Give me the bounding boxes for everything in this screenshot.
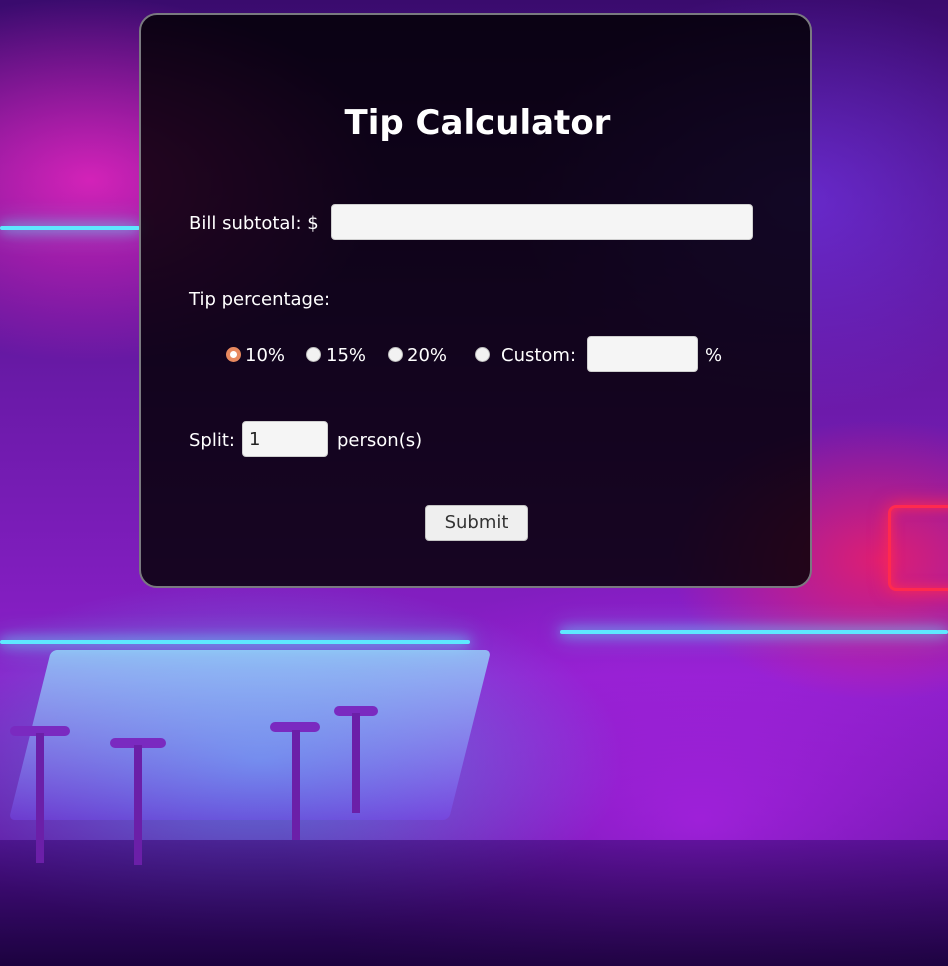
custom-tip-input[interactable] (587, 336, 698, 372)
bar-stool-leg (352, 713, 360, 813)
tip-percentage-label: Tip percentage: (189, 289, 331, 310)
tip-custom-radio[interactable] (475, 347, 490, 362)
tip-calculator-card: Tip Calculator Bill subtotal: $ Tip perc… (139, 13, 812, 588)
percent-suffix: % (705, 345, 723, 366)
tip-20-label: 20% (407, 345, 448, 366)
split-input[interactable] (242, 421, 328, 457)
neon-strip (560, 630, 948, 634)
bill-subtotal-label: Bill subtotal: $ (189, 213, 319, 234)
bar-counter (8, 650, 492, 820)
floor (0, 840, 948, 966)
neon-strip (0, 226, 140, 230)
tip-10-label: 10% (245, 345, 286, 366)
bill-subtotal-input[interactable] (331, 204, 753, 240)
tip-15-label: 15% (326, 345, 367, 366)
tip-15-radio[interactable] (306, 347, 321, 362)
neon-sign (888, 505, 948, 591)
bar-stool-leg (292, 730, 300, 840)
neon-strip (0, 640, 470, 644)
bar-stool-leg (134, 745, 142, 865)
split-suffix: person(s) (337, 430, 423, 451)
submit-button[interactable]: Submit (425, 505, 528, 541)
page-title: Tip Calculator (344, 103, 611, 143)
tip-20-radio[interactable] (388, 347, 403, 362)
split-label: Split: (189, 430, 235, 451)
tip-10-radio[interactable] (226, 347, 241, 362)
bar-stool-leg (36, 733, 44, 863)
tip-custom-label: Custom: (501, 345, 577, 366)
